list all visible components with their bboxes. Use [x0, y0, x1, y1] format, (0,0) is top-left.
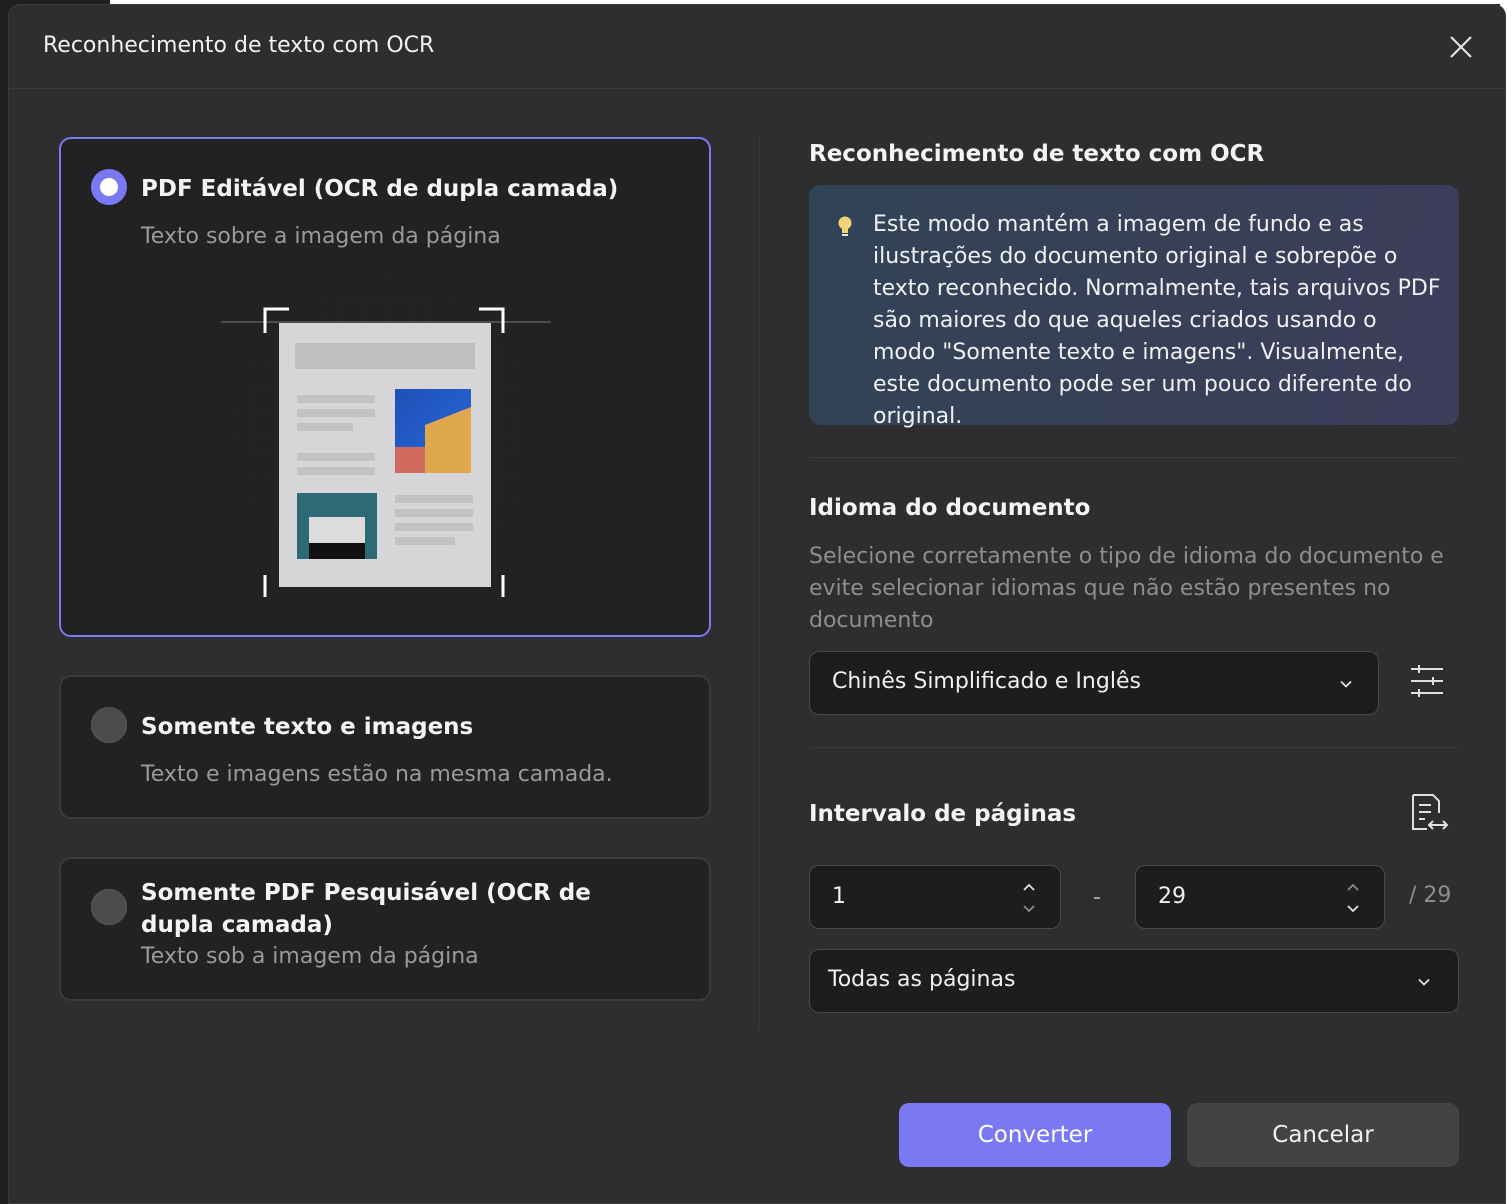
language-select[interactable]: Chinês Simplificado e Inglês	[809, 651, 1379, 715]
page-range-title: Intervalo de páginas	[809, 801, 1077, 827]
language-select-value: Chinês Simplificado e Inglês	[832, 669, 1141, 694]
dialog-title: Reconhecimento de texto com OCR	[43, 33, 435, 58]
language-description: Selecione corretamente o tipo de idioma …	[809, 544, 1444, 633]
info-box: Este modo mantém a imagem de fundo e as …	[809, 185, 1459, 429]
page-to-stepper[interactable]: 29	[1135, 865, 1385, 929]
page-from-value: 1	[832, 884, 846, 909]
info-text: Este modo mantém a imagem de fundo e as …	[873, 212, 1441, 429]
option-subtitle: Texto e imagens estão na mesma camada.	[141, 762, 613, 787]
radio-editable-pdf[interactable]	[91, 169, 127, 205]
option-text-and-images[interactable]: Somente texto e imagens Texto e imagens …	[59, 675, 711, 819]
pages-mode-value: Todas as páginas	[828, 967, 1016, 992]
option-title: PDF Editável (OCR de dupla camada)	[141, 176, 619, 202]
option-searchable-pdf[interactable]: Somente PDF Pesquisável (OCR de dupla ca…	[59, 857, 711, 1001]
close-button[interactable]	[1441, 27, 1481, 67]
lightbulb-icon	[838, 216, 852, 236]
radio-text-and-images[interactable]	[91, 707, 127, 743]
page-to-value: 29	[1158, 884, 1186, 909]
stepper-arrows-icon[interactable]	[1344, 878, 1362, 918]
option-editable-pdf[interactable]: PDF Editável (OCR de dupla camada) Texto…	[59, 137, 711, 637]
cancel-button[interactable]: Cancelar	[1187, 1103, 1459, 1167]
convert-button[interactable]: Converter	[899, 1103, 1171, 1167]
stepper-arrows-icon[interactable]	[1020, 878, 1038, 918]
option-title: Somente PDF Pesquisável (OCR de dupla ca…	[141, 880, 591, 938]
language-title: Idioma do documento	[809, 495, 1091, 521]
vertical-divider	[759, 137, 760, 1029]
chevron-down-icon	[1340, 680, 1352, 688]
pages-mode-select[interactable]: Todas as páginas	[809, 949, 1459, 1013]
radio-searchable-pdf[interactable]	[91, 889, 127, 925]
dialog-header: Reconhecimento de texto com OCR	[9, 5, 1505, 89]
page-from-stepper[interactable]: 1	[809, 865, 1061, 929]
page-total: / 29	[1409, 883, 1452, 908]
section-divider	[809, 747, 1459, 748]
page-range-swap-icon[interactable]	[1407, 791, 1451, 835]
range-separator: -	[1093, 885, 1101, 910]
language-settings-sliders-icon[interactable]	[1407, 661, 1447, 701]
option-title: Somente texto e imagens	[141, 714, 474, 740]
option-subtitle: Texto sobre a imagem da página	[141, 224, 501, 249]
close-icon	[1450, 36, 1472, 58]
ocr-section-title: Reconhecimento de texto com OCR	[809, 141, 1265, 167]
document-scan-illustration	[211, 257, 561, 597]
option-subtitle: Texto sob a imagem da página	[141, 944, 479, 969]
section-divider	[809, 457, 1459, 458]
chevron-down-icon	[1418, 978, 1430, 986]
ocr-dialog: Reconhecimento de texto com OCR PDF Edit…	[8, 4, 1506, 1204]
